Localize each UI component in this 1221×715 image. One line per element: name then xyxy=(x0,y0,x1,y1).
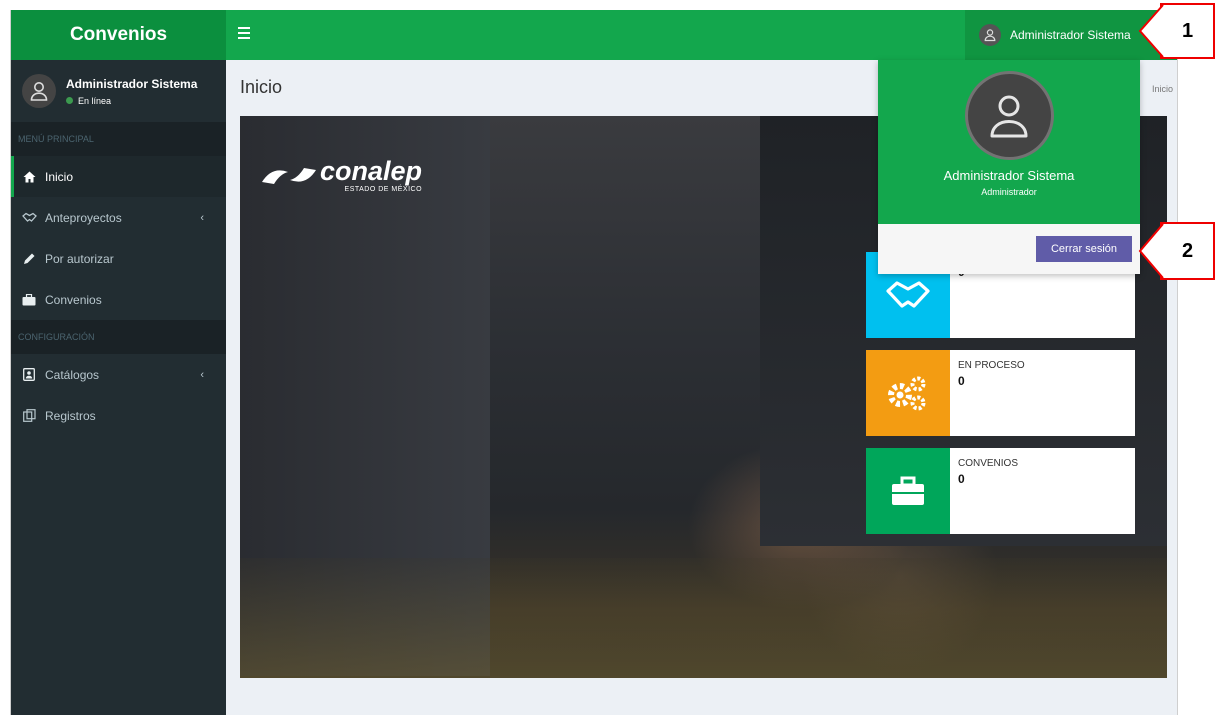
profile-role: Administrador xyxy=(981,187,1037,197)
sidebar-item-convenios[interactable]: Convenios xyxy=(11,279,226,320)
info-box-label: EN PROCESO xyxy=(958,360,1025,371)
online-status: En línea xyxy=(66,96,197,106)
catalog-icon xyxy=(21,368,37,381)
menu-section-header: MENÚ PRINCIPAL xyxy=(11,122,226,156)
callout-arrow-icon xyxy=(1138,4,1164,58)
sidebar-item-registros[interactable]: Registros xyxy=(11,395,226,436)
sidebar-item-inicio[interactable]: Inicio xyxy=(11,156,226,197)
callout-1: 1 xyxy=(1138,3,1215,59)
info-box-en-proceso[interactable]: EN PROCESO 0 xyxy=(866,350,1135,436)
online-dot-icon xyxy=(66,97,73,104)
user-dropdown-footer: Cerrar sesión xyxy=(878,224,1140,274)
info-box-value: 0 xyxy=(958,374,965,388)
profile-avatar-icon xyxy=(964,71,1054,160)
info-box-value: 0 xyxy=(958,472,965,486)
conalep-logo: conalep ESTADO DE MÉXICO xyxy=(260,158,422,193)
callout-arrow-icon xyxy=(1138,223,1164,279)
app-logo[interactable]: Convenios xyxy=(11,10,226,60)
config-section-header: CONFIGURACIÓN xyxy=(11,320,226,354)
pencil-icon xyxy=(21,252,37,265)
sidebar-item-catalogos[interactable]: Catálogos ‹ xyxy=(11,354,226,395)
info-box-convenios[interactable]: CONVENIOS 0 xyxy=(866,448,1135,534)
briefcase-icon xyxy=(21,293,37,306)
breadcrumb[interactable]: Inicio xyxy=(1152,84,1173,94)
sidebar-user-name: Administrador Sistema xyxy=(66,76,198,91)
handshake-icon xyxy=(21,212,37,223)
user-dropdown-header: Administrador Sistema Administrador xyxy=(878,60,1140,224)
logout-button[interactable]: Cerrar sesión xyxy=(1036,236,1132,262)
sidebar-toggle-icon[interactable] xyxy=(238,27,250,39)
briefcase-icon xyxy=(866,448,950,534)
chevron-left-icon: ‹ xyxy=(200,368,204,381)
user-dropdown: Administrador Sistema Administrador Cerr… xyxy=(878,60,1140,274)
sidebar: Administrador Sistema En línea MENÚ PRIN… xyxy=(11,60,226,715)
chevron-left-icon: ‹ xyxy=(200,211,204,224)
sidebar-item-anteproyectos[interactable]: Anteproyectos ‹ xyxy=(11,197,226,238)
top-navbar: Administrador Sistema xyxy=(226,10,1177,60)
sidebar-item-por-autorizar[interactable]: Por autorizar xyxy=(11,238,226,279)
home-icon xyxy=(21,171,37,183)
profile-name: Administrador Sistema xyxy=(943,168,1075,183)
page-title: Inicio xyxy=(240,77,283,97)
registros-icon xyxy=(21,409,37,422)
hero-city xyxy=(240,558,1167,678)
sidebar-avatar-icon xyxy=(22,74,56,108)
user-menu-name: Administrador Sistema xyxy=(1010,28,1131,42)
info-box-label: CONVENIOS xyxy=(958,458,1019,469)
conalep-mark-icon xyxy=(262,167,316,184)
gears-icon xyxy=(866,350,950,436)
callout-2: 2 xyxy=(1138,222,1215,280)
sidebar-user-panel: Administrador Sistema En línea xyxy=(11,60,226,122)
user-avatar-icon xyxy=(979,24,1001,46)
app-title: Convenios xyxy=(69,24,168,45)
